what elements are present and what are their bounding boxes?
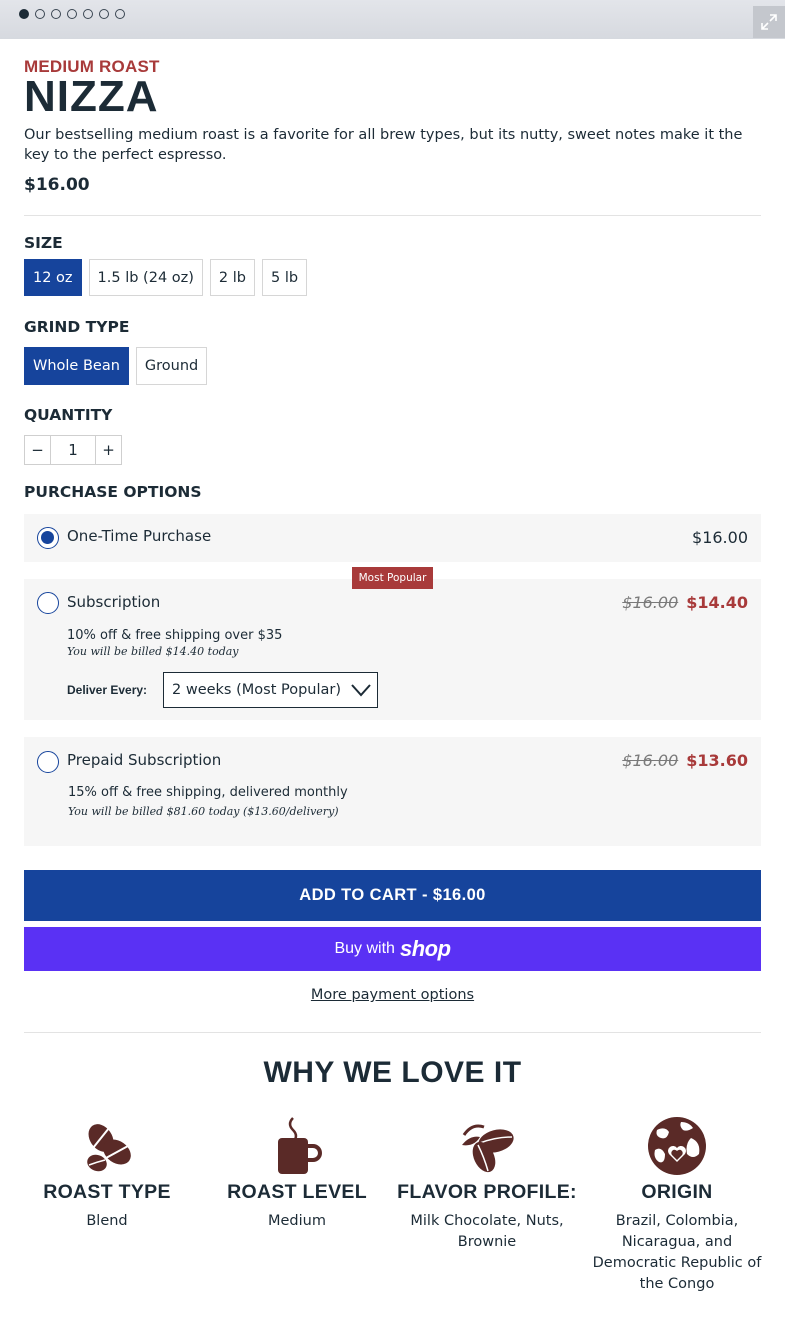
quantity-stepper: − 1 + (24, 435, 761, 465)
gallery-dot-7[interactable] (115, 9, 125, 19)
subscription-original-price: $16.00 (622, 593, 679, 612)
gallery-pagination (19, 9, 125, 19)
gallery-dot-5[interactable] (83, 9, 93, 19)
grind-option-ground[interactable]: Ground (135, 347, 208, 385)
divider (24, 1032, 761, 1033)
grind-options: Whole Bean Ground (24, 347, 761, 385)
subscription-note: 10% off & free shipping over $35 (67, 628, 283, 643)
coffee-mug-icon (278, 1117, 322, 1174)
feature-title: ORIGIN (641, 1181, 713, 1203)
prepaid-subscription-option[interactable]: Prepaid Subscription $16.00 $13.60 15% of… (24, 737, 761, 846)
feature-value: Milk Chocolate, Nuts, Brownie (410, 1213, 564, 1250)
quantity-decrease-button[interactable]: − (25, 436, 50, 464)
one-time-price: $16.00 (692, 528, 748, 547)
image-gallery (0, 0, 785, 39)
add-to-cart-button[interactable]: ADD TO CART - $16.00 (24, 870, 761, 921)
one-time-title: One-Time Purchase (67, 527, 212, 545)
feature-value: Blend (86, 1213, 128, 1229)
product-title: NIZZA (24, 72, 159, 121)
one-time-purchase-option[interactable]: One-Time Purchase $16.00 (24, 514, 761, 562)
subscription-title: Subscription (67, 593, 161, 611)
quantity-increase-button[interactable]: + (96, 436, 121, 464)
size-option-5lb[interactable]: 5 lb (262, 259, 308, 296)
gallery-dot-6[interactable] (99, 9, 109, 19)
feature-title: ROAST TYPE (43, 1181, 171, 1203)
buy-with-shop-button[interactable]: Buy with shop (24, 927, 761, 971)
globe-icon (648, 1117, 706, 1175)
feature-flavor-profile: FLAVOR PROFILE: Milk Chocolate, Nuts, Br… (397, 1116, 577, 1253)
prepaid-radio[interactable] (37, 751, 59, 773)
size-option-12oz[interactable]: 12 oz (24, 259, 82, 296)
gallery-dot-1[interactable] (19, 9, 29, 19)
prepaid-original-price: $16.00 (622, 751, 679, 770)
subscription-sale-price: $14.40 (686, 593, 748, 612)
size-option-1-5lb[interactable]: 1.5 lb (24 oz) (88, 259, 203, 296)
subscription-radio[interactable] (37, 592, 59, 614)
deliver-every-label: Deliver Every: (67, 683, 148, 697)
prepaid-title: Prepaid Subscription (67, 751, 222, 769)
prepaid-billing: You will be billed $81.60 today ($13.60/… (68, 805, 339, 818)
prepaid-note: 15% off & free shipping, delivered month… (68, 785, 348, 800)
product-description: Our bestselling medium roast is a favori… (24, 127, 743, 163)
size-options: 12 oz 1.5 lb (24 oz) 2 lb 5 lb (24, 259, 761, 296)
one-time-radio[interactable] (37, 527, 59, 549)
gallery-dot-2[interactable] (35, 9, 45, 19)
prepaid-price: $16.00 $13.60 (622, 751, 748, 770)
feature-roast-level: ROAST LEVEL Medium (207, 1116, 387, 1232)
grind-label: GRIND TYPE (24, 318, 130, 336)
quantity-label: QUANTITY (24, 406, 113, 424)
buy-with-label: Buy with (334, 940, 395, 957)
quantity-input[interactable]: 1 (50, 436, 96, 464)
subscription-billing: You will be billed $14.40 today (67, 645, 239, 658)
product-price: $16.00 (24, 175, 90, 195)
size-option-2lb[interactable]: 2 lb (209, 259, 255, 296)
divider (24, 215, 761, 216)
shop-logo: shop (399, 936, 451, 961)
chevron-down-icon (351, 684, 371, 697)
subscription-option[interactable]: Subscription $16.00 $14.40 10% off & free… (24, 579, 761, 720)
feature-origin: ORIGIN Brazil, Colombia, Nicaragua, and … (587, 1116, 767, 1295)
more-payment-options-link[interactable]: More payment options (24, 987, 761, 1003)
most-popular-badge: Most Popular (352, 567, 433, 589)
size-label: SIZE (24, 234, 63, 252)
subscription-price: $16.00 $14.40 (622, 593, 748, 612)
deliver-frequency-value: 2 weeks (Most Popular) (172, 682, 342, 698)
cacao-pod-icon (462, 1124, 514, 1173)
feature-roast-type: ROAST TYPE Blend (17, 1116, 197, 1232)
gallery-dot-3[interactable] (51, 9, 61, 19)
prepaid-sale-price: $13.60 (686, 751, 748, 770)
gallery-dot-4[interactable] (67, 9, 77, 19)
expand-icon (761, 14, 777, 30)
feature-title: ROAST LEVEL (227, 1181, 367, 1203)
feature-value: Medium (268, 1213, 326, 1229)
grind-option-whole-bean[interactable]: Whole Bean (24, 347, 129, 385)
deliver-frequency-select[interactable]: 2 weeks (Most Popular) (163, 672, 378, 708)
expand-image-button[interactable] (753, 6, 785, 38)
feature-title: FLAVOR PROFILE: (397, 1181, 577, 1203)
feature-value: Brazil, Colombia, Nicaragua, and Democra… (592, 1213, 762, 1292)
coffee-beans-icon (87, 1124, 131, 1172)
why-heading: WHY WE LOVE IT (263, 1056, 522, 1089)
purchase-options-label: PURCHASE OPTIONS (24, 483, 202, 501)
